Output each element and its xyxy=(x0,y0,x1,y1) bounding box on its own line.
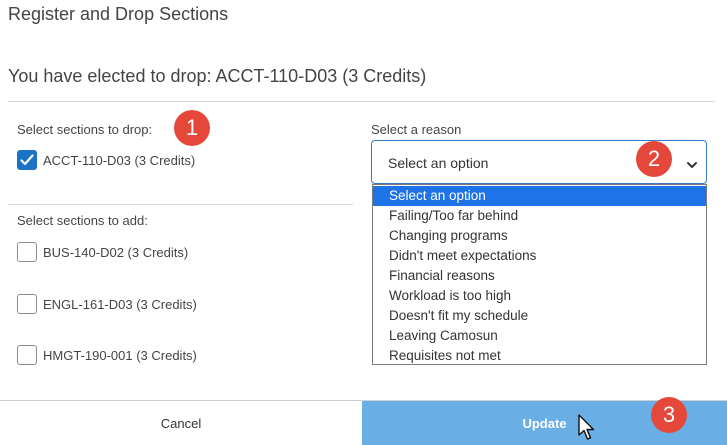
add-section-checkbox-bus-140[interactable]: BUS-140-D02 (3 Credits) xyxy=(17,242,188,262)
checkbox-label: ENGL-161-D03 (3 Credits) xyxy=(43,296,197,312)
mouse-pointer-icon xyxy=(578,414,596,445)
cancel-button[interactable]: Cancel xyxy=(0,401,362,445)
reason-option[interactable]: Select an option xyxy=(373,186,706,206)
add-sections-label: Select sections to add: xyxy=(17,213,148,228)
drop-sections-label: Select sections to drop: xyxy=(17,122,153,137)
reason-option[interactable]: Financial reasons xyxy=(373,266,706,286)
reason-option[interactable]: Didn't meet expectations xyxy=(373,246,706,266)
reason-option[interactable]: Leaving Camosun xyxy=(373,326,706,346)
checkbox-checked-icon xyxy=(17,150,37,170)
checkbox-label: HMGT-190-001 (3 Credits) xyxy=(43,347,197,363)
reason-dropdown-list: Select an option Failing/Too far behind … xyxy=(372,184,707,365)
reason-option[interactable]: Doesn't fit my schedule xyxy=(373,306,706,326)
checkbox-unchecked-icon xyxy=(17,345,37,365)
chevron-down-icon xyxy=(686,157,698,175)
reason-label: Select a reason xyxy=(371,122,462,137)
reason-option[interactable]: Changing programs xyxy=(373,226,706,246)
divider xyxy=(8,101,715,102)
checkbox-label: BUS-140-D02 (3 Credits) xyxy=(43,244,189,260)
checkbox-label: ACCT-110-D03 (3 Credits) xyxy=(43,152,196,168)
reason-option[interactable]: Requisites not met xyxy=(373,346,706,366)
drop-section-checkbox-acct-110[interactable]: ACCT-110-D03 (3 Credits) xyxy=(17,150,195,170)
step-badge-2: 2 xyxy=(636,141,672,177)
drop-summary-heading: You have elected to drop: ACCT-110-D03 (… xyxy=(8,66,427,86)
step-badge-1: 1 xyxy=(174,110,210,146)
dialog-title: Register and Drop Sections xyxy=(8,4,229,24)
step-badge-3: 3 xyxy=(651,397,687,433)
add-section-checkbox-hmgt-190[interactable]: HMGT-190-001 (3 Credits) xyxy=(17,345,197,365)
add-section-checkbox-engl-161[interactable]: ENGL-161-D03 (3 Credits) xyxy=(17,294,197,314)
reason-select-value: Select an option xyxy=(388,155,489,171)
checkbox-unchecked-icon xyxy=(17,294,37,314)
divider xyxy=(8,204,353,205)
reason-option[interactable]: Failing/Too far behind xyxy=(373,206,706,226)
checkbox-unchecked-icon xyxy=(17,242,37,262)
reason-option[interactable]: Workload is too high xyxy=(373,286,706,306)
